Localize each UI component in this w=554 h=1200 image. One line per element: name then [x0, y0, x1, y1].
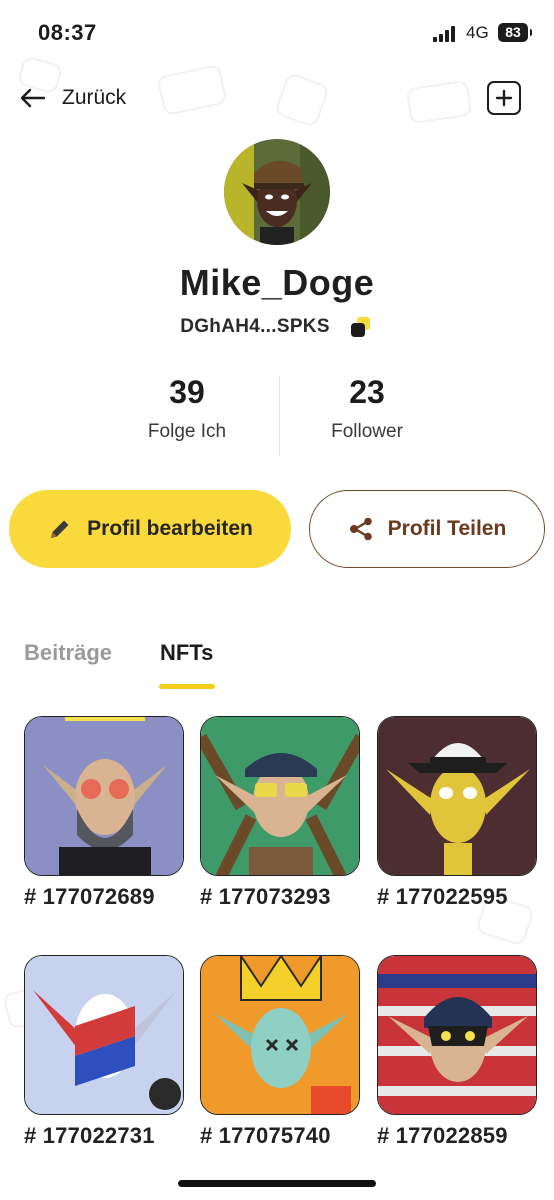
- status-time: 08:37: [38, 20, 97, 45]
- following-label: Folge Ich: [147, 421, 227, 442]
- home-indicator[interactable]: [178, 1180, 376, 1187]
- share-icon: [349, 517, 372, 541]
- add-post-button[interactable]: [487, 81, 521, 115]
- tab-posts[interactable]: Beiträge: [24, 640, 112, 666]
- profile-avatar: [224, 139, 330, 245]
- nft-image: [377, 716, 537, 876]
- tab-nfts[interactable]: NFTs: [160, 640, 213, 666]
- signal-icon: [433, 26, 459, 42]
- profile-username: Mike_Doge: [179, 262, 375, 303]
- nft-image: [24, 955, 184, 1115]
- battery-icon: 83: [498, 23, 532, 42]
- back-label: Zurück: [62, 86, 127, 109]
- nft-card[interactable]: # 177022731: [24, 955, 184, 1149]
- nft-id: # 177022859: [377, 1123, 508, 1148]
- wallet-address-row: DGhAH4...SPKS: [0, 314, 554, 340]
- status-bar: 08:37 4G 83: [0, 0, 554, 64]
- following-stat[interactable]: 39 Folge Ich: [98, 374, 276, 443]
- nft-image: [377, 955, 537, 1115]
- share-profile-button[interactable]: Profil Teilen: [309, 490, 545, 568]
- nft-id: # 177073293: [200, 884, 331, 909]
- edit-profile-label: Profil bearbeiten: [87, 517, 253, 540]
- profile-stats: 39 Folge Ich 23 Follower: [98, 374, 456, 456]
- nft-card[interactable]: # 177075740: [200, 955, 360, 1149]
- nft-id: # 177075740: [200, 1123, 331, 1148]
- following-count: 39: [169, 374, 205, 410]
- network-type: 4G: [466, 23, 489, 42]
- back-button[interactable]: Zurück: [20, 80, 126, 116]
- active-tab-indicator: [159, 684, 215, 689]
- nft-image: [24, 716, 184, 876]
- followers-stat[interactable]: 23 Follower: [278, 374, 456, 443]
- pencil-icon: [51, 520, 69, 538]
- nft-card[interactable]: # 177072689: [24, 716, 184, 910]
- background-doodle: [273, 71, 331, 129]
- nft-id: # 177072689: [24, 884, 155, 909]
- plus-icon: [495, 89, 513, 107]
- wallet-address: DGhAH4...SPKS: [180, 316, 330, 337]
- nft-image: [200, 716, 360, 876]
- nft-card[interactable]: # 177073293: [200, 716, 360, 910]
- nft-id: # 177022595: [377, 884, 508, 909]
- followers-label: Follower: [331, 421, 403, 442]
- nft-image: [200, 955, 360, 1115]
- nft-card[interactable]: # 177022595: [377, 716, 537, 910]
- edit-profile-button[interactable]: Profil bearbeiten: [9, 490, 291, 568]
- share-profile-label: Profil Teilen: [387, 517, 507, 540]
- background-doodle: [156, 63, 228, 117]
- nft-card[interactable]: # 177022859: [377, 955, 537, 1149]
- background-doodle: [405, 79, 473, 125]
- nft-id: # 177022731: [24, 1123, 155, 1148]
- copy-icon[interactable]: [348, 314, 374, 340]
- arrow-left-icon: [20, 88, 46, 108]
- followers-count: 23: [349, 374, 385, 410]
